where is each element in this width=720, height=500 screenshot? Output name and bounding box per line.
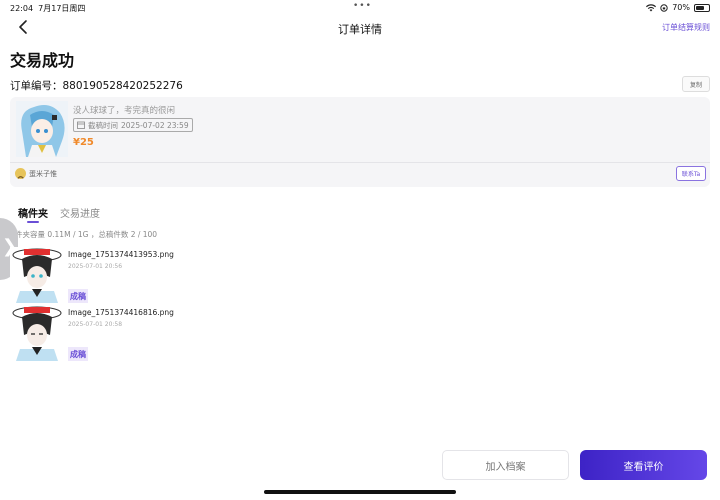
tab-trade-progress[interactable]: 交易进度 bbox=[60, 205, 100, 220]
order-number-label: 订单编号： bbox=[10, 80, 63, 92]
tab-drafts-folder[interactable]: 稿件夹 bbox=[18, 205, 48, 220]
product-title: 没人球球了，考完真的很闲 bbox=[73, 106, 176, 116]
file-thumbnail[interactable] bbox=[10, 305, 64, 361]
order-number: 880190528420252276 bbox=[62, 80, 183, 92]
home-indicator[interactable] bbox=[264, 490, 456, 494]
file-date: 2025-07-01 20:58 bbox=[68, 321, 123, 328]
page-title: 订单详情 bbox=[338, 23, 382, 36]
product-card[interactable]: 没人球球了，考完真的很闲 截稿时间 2025-07-02 23:59 ¥25 蛋… bbox=[10, 97, 710, 187]
copy-button[interactable]: 复制 bbox=[682, 76, 710, 92]
orientation-lock-icon bbox=[660, 3, 668, 12]
battery-level bbox=[696, 5, 704, 10]
settlement-rules-link[interactable]: 订单结算规则 bbox=[662, 22, 710, 33]
folder-capacity: 件夹容量 0.11M / 1G ，总稿件数 2 / 100 bbox=[15, 230, 158, 239]
add-to-archive-button[interactable]: 加入档案 bbox=[442, 450, 569, 480]
status-indicators: 70% bbox=[646, 3, 710, 12]
deadline-box: 截稿时间 2025-07-02 23:59 bbox=[73, 118, 193, 132]
status-time-date: 22:04 7月17日周四 bbox=[10, 3, 85, 14]
status-date: 7月17日周四 bbox=[38, 4, 86, 13]
file-name[interactable]: Image_1751374413953.png bbox=[68, 250, 174, 259]
file-thumbnail[interactable] bbox=[10, 247, 64, 303]
multitask-dots[interactable]: ••• bbox=[353, 1, 372, 11]
product-price: ¥25 bbox=[73, 137, 94, 148]
order-number-line: 订单编号：880190528420252276 bbox=[10, 78, 183, 93]
contact-seller-button[interactable]: 联系Ta bbox=[676, 166, 706, 181]
seller-name[interactable]: 蛋米子惟 bbox=[29, 169, 57, 179]
calendar-icon bbox=[77, 121, 85, 129]
deadline-label: 截稿时间 bbox=[88, 120, 118, 130]
file-tag-final: 成稿 bbox=[68, 289, 88, 303]
status-time: 22:04 bbox=[10, 4, 34, 13]
wifi-icon bbox=[646, 3, 657, 11]
divider bbox=[10, 162, 710, 163]
file-name[interactable]: Image_1751374416816.png bbox=[68, 308, 174, 317]
battery-percent: 70% bbox=[672, 3, 690, 12]
active-tab-indicator bbox=[27, 221, 39, 223]
deadline-value: 2025-07-02 23:59 bbox=[121, 120, 189, 130]
battery-icon bbox=[694, 3, 710, 12]
product-thumbnail bbox=[16, 101, 68, 157]
view-review-button[interactable]: 查看评价 bbox=[580, 450, 707, 480]
file-tag-final: 成稿 bbox=[68, 347, 88, 361]
file-date: 2025-07-01 20:56 bbox=[68, 263, 123, 270]
seller-avatar[interactable] bbox=[15, 168, 26, 179]
order-status: 交易成功 bbox=[10, 51, 75, 70]
